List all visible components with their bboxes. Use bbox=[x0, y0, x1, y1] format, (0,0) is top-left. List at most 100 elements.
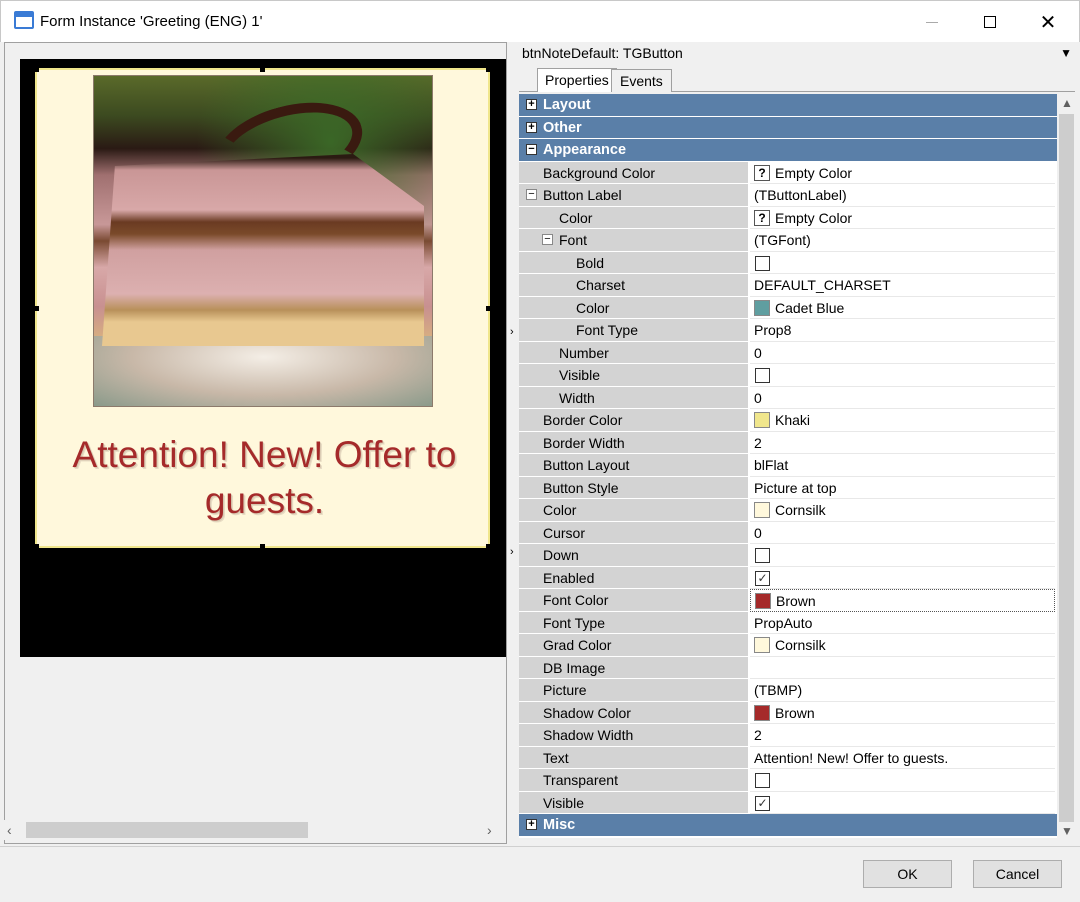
property-row[interactable]: Visible bbox=[519, 364, 1057, 387]
property-value-cell[interactable]: ? Empty Color bbox=[750, 206, 1055, 229]
minimize-button[interactable] bbox=[905, 1, 959, 43]
category-appearance[interactable]: − Appearance bbox=[519, 139, 1057, 162]
resize-handle[interactable] bbox=[34, 306, 39, 311]
property-row[interactable]: Text Attention! New! Offer to guests. bbox=[519, 746, 1057, 769]
expand-icon[interactable]: + bbox=[526, 121, 537, 133]
chevron-down-icon[interactable]: ▼ bbox=[1060, 46, 1072, 60]
resize-handle[interactable] bbox=[34, 67, 39, 72]
property-name-cell[interactable]: Width bbox=[519, 386, 749, 409]
property-value-cell[interactable]: Prop8 bbox=[750, 319, 1055, 342]
property-row[interactable]: Border Color Khaki bbox=[519, 409, 1057, 432]
property-row[interactable]: − Font (TGFont) bbox=[519, 229, 1057, 252]
tab-properties[interactable]: Properties bbox=[537, 68, 617, 92]
panel-splitter[interactable]: › › bbox=[507, 42, 519, 844]
property-value-cell[interactable]: (TButtonLabel) bbox=[750, 184, 1055, 207]
property-row[interactable]: Color Cadet Blue bbox=[519, 296, 1057, 319]
property-value-cell[interactable]: 2 bbox=[750, 431, 1055, 454]
collapse-icon[interactable]: − bbox=[542, 234, 553, 245]
resize-handle[interactable] bbox=[486, 544, 491, 549]
checkbox-unchecked[interactable] bbox=[755, 255, 770, 271]
property-name-cell[interactable]: Border Width bbox=[519, 431, 749, 454]
form-canvas[interactable]: Attention! New! Offer to guests. bbox=[20, 59, 506, 657]
color-swatch-icon[interactable] bbox=[754, 412, 770, 428]
object-selector[interactable]: btnNoteDefault: TGButton ▼ bbox=[519, 42, 1075, 64]
property-value-cell[interactable]: 0 bbox=[750, 341, 1055, 364]
scroll-down-icon[interactable]: ▼ bbox=[1061, 824, 1073, 838]
property-row[interactable]: Number 0 bbox=[519, 341, 1057, 364]
property-row[interactable]: Grad Color Cornsilk bbox=[519, 634, 1057, 657]
resize-handle[interactable] bbox=[486, 67, 491, 72]
property-value-cell[interactable] bbox=[750, 544, 1055, 567]
property-name-cell[interactable]: Bold bbox=[519, 251, 749, 274]
expand-icon[interactable]: + bbox=[526, 99, 537, 110]
scroll-left-icon[interactable]: ‹ bbox=[7, 822, 12, 838]
property-value-cell[interactable] bbox=[750, 656, 1055, 679]
property-row[interactable]: Width 0 bbox=[519, 386, 1057, 409]
checkbox-unchecked[interactable] bbox=[755, 548, 770, 563]
property-value-cell[interactable]: Attention! New! Offer to guests. bbox=[750, 746, 1055, 769]
property-name-cell[interactable]: DB Image bbox=[519, 656, 749, 679]
property-value-cell[interactable]: (TGFont) bbox=[750, 229, 1055, 252]
property-row[interactable]: Shadow Width 2 bbox=[519, 724, 1057, 747]
property-row[interactable]: Font Type PropAuto bbox=[519, 611, 1057, 634]
property-name-cell[interactable]: Color bbox=[519, 296, 749, 319]
property-name-cell[interactable]: Enabled bbox=[519, 566, 749, 589]
close-button[interactable]: ✕ bbox=[1021, 1, 1075, 43]
property-value-cell[interactable]: Khaki bbox=[750, 409, 1055, 432]
scroll-right-icon[interactable]: › bbox=[487, 822, 492, 838]
checkbox-checked[interactable]: ✓ bbox=[755, 570, 770, 586]
property-row[interactable]: Charset DEFAULT_CHARSET bbox=[519, 274, 1057, 297]
property-value-cell[interactable]: DEFAULT_CHARSET bbox=[750, 274, 1055, 297]
property-row[interactable]: Color? Empty Color bbox=[519, 206, 1057, 229]
property-value-cell[interactable]: 0 bbox=[750, 521, 1055, 544]
property-name-cell[interactable]: Border Color bbox=[519, 409, 749, 432]
property-name-cell[interactable]: − Font bbox=[519, 229, 749, 252]
property-name-cell[interactable]: Font Color bbox=[519, 589, 749, 612]
ok-button[interactable]: OK bbox=[863, 860, 952, 888]
property-row[interactable]: Button Style Picture at top bbox=[519, 476, 1057, 499]
property-row[interactable]: Font Type Prop8 bbox=[519, 319, 1057, 342]
property-row[interactable]: Bold bbox=[519, 251, 1057, 274]
color-swatch-icon[interactable] bbox=[754, 637, 770, 653]
tab-events[interactable]: Events bbox=[611, 69, 672, 92]
scroll-thumb[interactable] bbox=[26, 822, 308, 838]
property-row[interactable]: Cursor 0 bbox=[519, 521, 1057, 544]
maximize-button[interactable] bbox=[963, 1, 1017, 43]
splitter-arrow-icon[interactable]: › bbox=[510, 546, 514, 558]
property-value-cell[interactable]: Brown bbox=[750, 589, 1055, 612]
property-name-cell[interactable]: Button Style bbox=[519, 476, 749, 499]
category-other[interactable]: + Other bbox=[519, 116, 1057, 139]
property-row[interactable]: DB Image bbox=[519, 656, 1057, 679]
color-swatch-icon[interactable] bbox=[754, 704, 770, 721]
category-layout[interactable]: + Layout bbox=[519, 94, 1057, 117]
property-value-cell[interactable]: ✓ bbox=[750, 566, 1055, 589]
resize-handle[interactable] bbox=[260, 544, 265, 549]
property-row[interactable]: Down bbox=[519, 544, 1057, 567]
property-row[interactable]: − Button Label (TButtonLabel) bbox=[519, 184, 1057, 207]
property-value-cell[interactable]: 2 bbox=[750, 724, 1055, 747]
property-value-cell[interactable]: ? Empty Color bbox=[750, 161, 1055, 184]
property-value-cell[interactable]: (TBMP) bbox=[750, 679, 1055, 702]
property-name-cell[interactable]: Shadow Width bbox=[519, 724, 749, 747]
property-name-cell[interactable]: − Button Label bbox=[519, 184, 749, 207]
property-name-cell[interactable]: Font Type bbox=[519, 611, 749, 634]
greeting-button-preview[interactable]: Attention! New! Offer to guests. bbox=[34, 67, 491, 549]
property-name-cell[interactable]: Background Color bbox=[519, 161, 749, 184]
property-row[interactable]: Background Color? Empty Color bbox=[519, 161, 1057, 184]
property-name-cell[interactable]: Number bbox=[519, 341, 749, 364]
property-name-cell[interactable]: Visible bbox=[519, 791, 749, 814]
property-value-cell[interactable] bbox=[750, 364, 1055, 387]
property-row[interactable]: Enabled ✓ bbox=[519, 566, 1057, 589]
scroll-thumb[interactable] bbox=[1059, 114, 1074, 822]
property-value-cell[interactable]: Picture at top bbox=[750, 476, 1055, 499]
property-name-cell[interactable]: Font Type bbox=[519, 319, 749, 342]
checkbox-unchecked[interactable] bbox=[755, 368, 770, 383]
property-value-cell[interactable]: PropAuto bbox=[750, 611, 1055, 634]
color-swatch-icon[interactable] bbox=[754, 502, 770, 518]
vertical-scrollbar[interactable]: ▲ ▼ bbox=[1057, 94, 1076, 842]
property-value-cell[interactable] bbox=[750, 251, 1055, 274]
property-value-cell[interactable]: Brown bbox=[750, 701, 1055, 724]
property-name-cell[interactable]: Cursor bbox=[519, 521, 749, 544]
question-mark-icon[interactable]: ? bbox=[754, 164, 770, 181]
property-value-cell[interactable]: Cornsilk bbox=[750, 634, 1055, 657]
